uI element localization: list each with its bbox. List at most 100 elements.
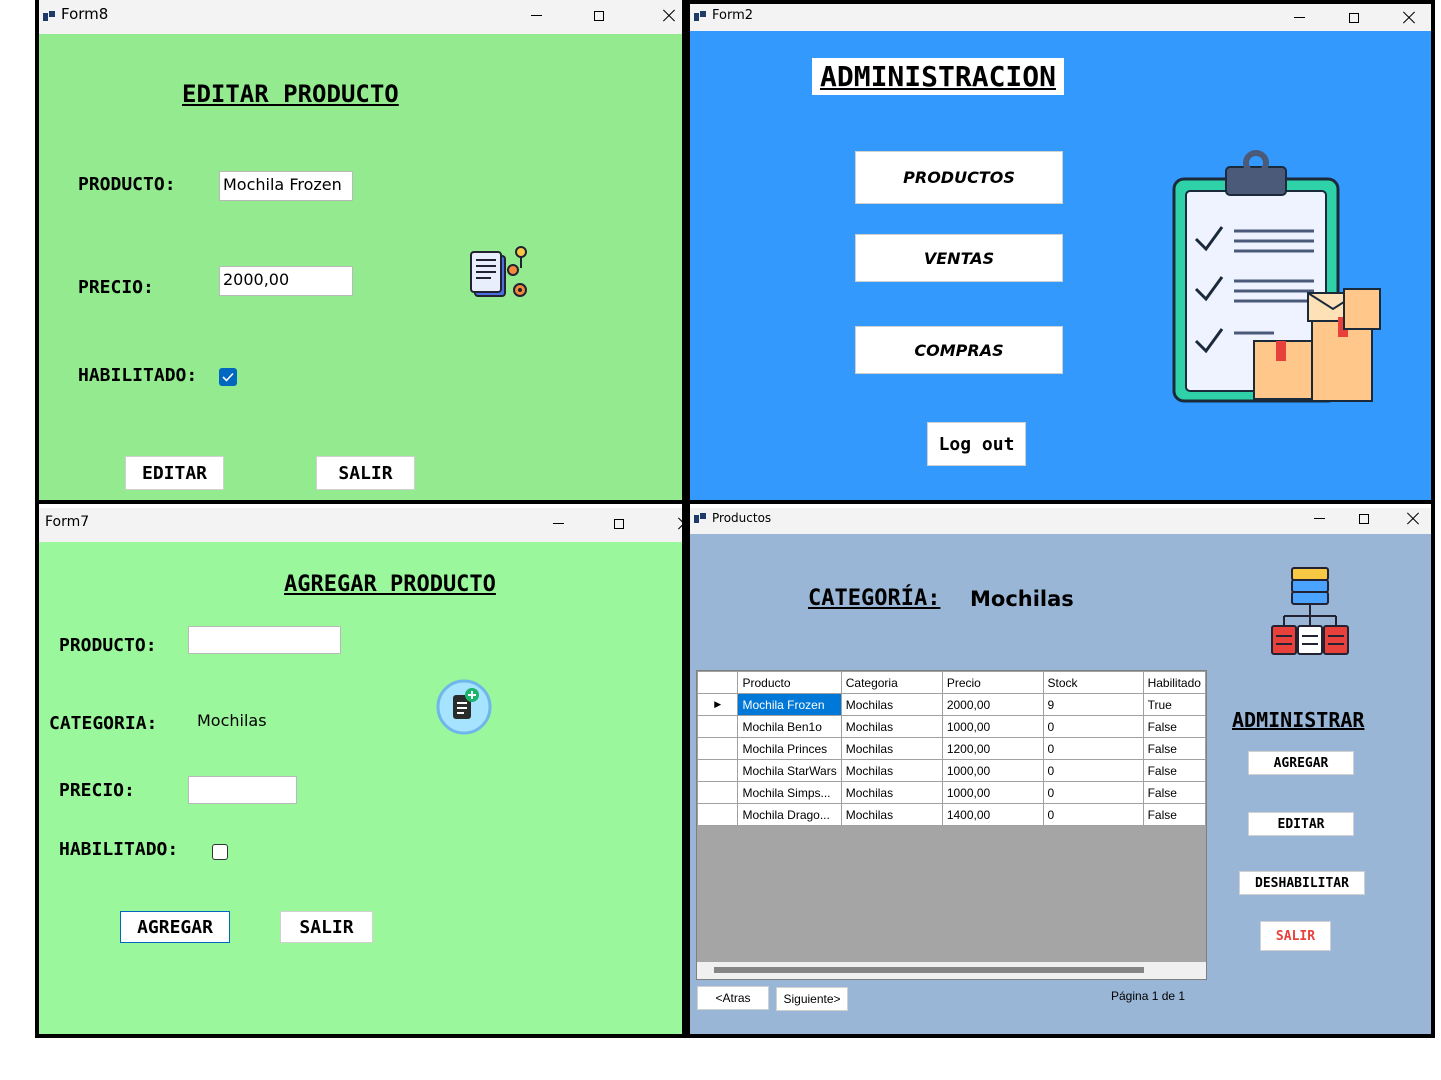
compras-button[interactable]: COMPRAS xyxy=(855,326,1063,374)
form8-window: Form8 EDITAR PRODUCTO PRODUCTO: Mochila … xyxy=(35,0,686,504)
horizontal-scrollbar[interactable] xyxy=(697,962,1206,979)
minimize-button[interactable] xyxy=(535,510,581,537)
form8-titlebar[interactable]: Form8 xyxy=(39,0,682,34)
agregar-button[interactable]: AGREGAR xyxy=(120,911,230,943)
logout-button[interactable]: Log out xyxy=(927,422,1026,466)
table-cell[interactable]: 0 xyxy=(1042,781,1144,804)
salir-button[interactable]: SALIR xyxy=(1260,921,1331,951)
productos-client: CATEGORÍA: Mochilas Producto Categoria P… xyxy=(690,534,1431,1034)
table-cell[interactable]: True xyxy=(1142,693,1206,716)
maximize-button[interactable] xyxy=(1331,4,1377,31)
row-header[interactable] xyxy=(697,715,739,738)
producto-input[interactable] xyxy=(188,626,341,654)
habilitado-checkbox[interactable] xyxy=(212,844,228,860)
table-cell[interactable]: 0 xyxy=(1042,759,1144,782)
row-header[interactable] xyxy=(697,759,739,782)
column-header[interactable]: Producto xyxy=(737,671,842,694)
producto-label: PRODUCTO: xyxy=(59,635,157,656)
table-cell[interactable]: False xyxy=(1142,737,1206,760)
table-cell[interactable]: Mochilas xyxy=(840,803,943,826)
table-cell[interactable]: Mochilas xyxy=(840,693,943,716)
form7-client: AGREGAR PRODUCTO PRODUCTO: CATEGORIA: Mo… xyxy=(39,542,682,1034)
scrollbar-thumb[interactable] xyxy=(714,967,1144,973)
maximize-button[interactable] xyxy=(1341,505,1387,532)
table-cell[interactable]: 2000,00 xyxy=(941,693,1044,716)
productos-button[interactable]: PRODUCTOS xyxy=(855,151,1063,204)
row-header[interactable] xyxy=(697,803,739,826)
table-cell[interactable]: 0 xyxy=(1042,737,1144,760)
ventas-button-label: VENTAS xyxy=(923,248,995,268)
editar-button[interactable]: EDITAR xyxy=(1248,812,1354,836)
table-row[interactable]: Mochila Simps... Mochilas 1000,00 0 Fals… xyxy=(697,781,1206,804)
table-cell[interactable]: 0 xyxy=(1042,715,1144,738)
precio-input[interactable] xyxy=(188,776,297,804)
habilitado-checkbox[interactable] xyxy=(219,368,237,386)
precio-input[interactable]: 2000,00 xyxy=(219,266,353,296)
close-button[interactable] xyxy=(646,2,682,29)
close-button[interactable] xyxy=(1390,505,1431,532)
deshabilitar-button[interactable]: DESHABILITAR xyxy=(1239,871,1365,895)
close-button[interactable] xyxy=(661,510,682,537)
form7-titlebar[interactable]: Form7 xyxy=(39,508,682,542)
siguiente-button[interactable]: Siguiente> xyxy=(776,987,848,1011)
column-header[interactable]: Categoria xyxy=(840,671,943,694)
table-row[interactable]: Mochila Drago... Mochilas 1400,00 0 Fals… xyxy=(697,803,1206,826)
maximize-button[interactable] xyxy=(596,510,642,537)
table-cell[interactable]: False xyxy=(1142,715,1206,738)
salir-button[interactable]: SALIR xyxy=(316,456,415,490)
minimize-button[interactable] xyxy=(513,2,559,29)
agregar-button[interactable]: AGREGAR xyxy=(1248,751,1354,775)
table-row[interactable]: ▶ Mochila Frozen Mochilas 2000,00 9 True xyxy=(697,693,1206,716)
row-header[interactable] xyxy=(697,781,739,804)
document-gears-icon xyxy=(469,242,531,304)
atras-button[interactable]: <Atras xyxy=(697,986,769,1010)
table-cell[interactable]: False xyxy=(1142,781,1206,804)
server-hierarchy-icon xyxy=(1266,566,1354,658)
minimize-button[interactable] xyxy=(1296,505,1342,532)
table-cell[interactable]: False xyxy=(1142,803,1206,826)
table-cell[interactable]: 1000,00 xyxy=(941,715,1044,738)
salir-button[interactable]: SALIR xyxy=(280,911,373,943)
table-cell[interactable]: Mochila Frozen xyxy=(737,693,842,716)
window-title: Form2 xyxy=(712,8,754,23)
row-header[interactable] xyxy=(697,737,739,760)
table-cell[interactable]: 1000,00 xyxy=(941,759,1044,782)
productos-titlebar[interactable]: Productos xyxy=(690,508,1431,534)
column-header[interactable]: Stock xyxy=(1042,671,1144,694)
maximize-button[interactable] xyxy=(576,2,622,29)
editar-button[interactable]: EDITAR xyxy=(125,456,224,490)
table-row[interactable]: Mochila StarWars Mochilas 1000,00 0 Fals… xyxy=(697,759,1206,782)
table-cell[interactable]: Mochilas xyxy=(840,759,943,782)
minimize-button[interactable] xyxy=(1276,4,1322,31)
productos-grid[interactable]: Producto Categoria Precio Stock Habilita… xyxy=(696,670,1207,980)
table-cell[interactable]: 9 xyxy=(1042,693,1144,716)
column-header[interactable]: Precio xyxy=(941,671,1044,694)
table-cell[interactable]: Mochila Simps... xyxy=(737,781,842,804)
table-cell[interactable]: 1000,00 xyxy=(941,781,1044,804)
precio-label: PRECIO: xyxy=(59,780,135,801)
table-row[interactable]: Mochila Princes Mochilas 1200,00 0 False xyxy=(697,737,1206,760)
table-cell[interactable]: 1200,00 xyxy=(941,737,1044,760)
page-title: EDITAR PRODUCTO xyxy=(182,80,399,108)
table-row[interactable]: Mochila Ben1o Mochilas 1000,00 0 False xyxy=(697,715,1206,738)
table-cell[interactable]: Mochila Drago... xyxy=(737,803,842,826)
table-cell[interactable]: 1400,00 xyxy=(941,803,1044,826)
table-cell[interactable]: Mochilas xyxy=(840,781,943,804)
form8-client: EDITAR PRODUCTO PRODUCTO: Mochila Frozen… xyxy=(39,34,682,500)
table-cell[interactable]: Mochilas xyxy=(840,715,943,738)
app-icon xyxy=(43,11,55,21)
close-button[interactable] xyxy=(1386,4,1431,31)
form2-titlebar[interactable]: Form2 xyxy=(690,4,1431,31)
app-icon xyxy=(694,513,706,523)
table-cell[interactable]: Mochila Ben1o xyxy=(737,715,842,738)
add-document-icon[interactable] xyxy=(435,678,493,736)
table-cell[interactable]: Mochila StarWars xyxy=(737,759,842,782)
table-cell[interactable]: False xyxy=(1142,759,1206,782)
app-icon xyxy=(694,11,706,21)
producto-input[interactable]: Mochila Frozen xyxy=(219,171,353,201)
table-cell[interactable]: Mochilas xyxy=(840,737,943,760)
column-header[interactable]: Habilitado xyxy=(1142,671,1206,694)
table-cell[interactable]: 0 xyxy=(1042,803,1144,826)
ventas-button[interactable]: VENTAS xyxy=(855,234,1063,282)
table-cell[interactable]: Mochila Princes xyxy=(737,737,842,760)
